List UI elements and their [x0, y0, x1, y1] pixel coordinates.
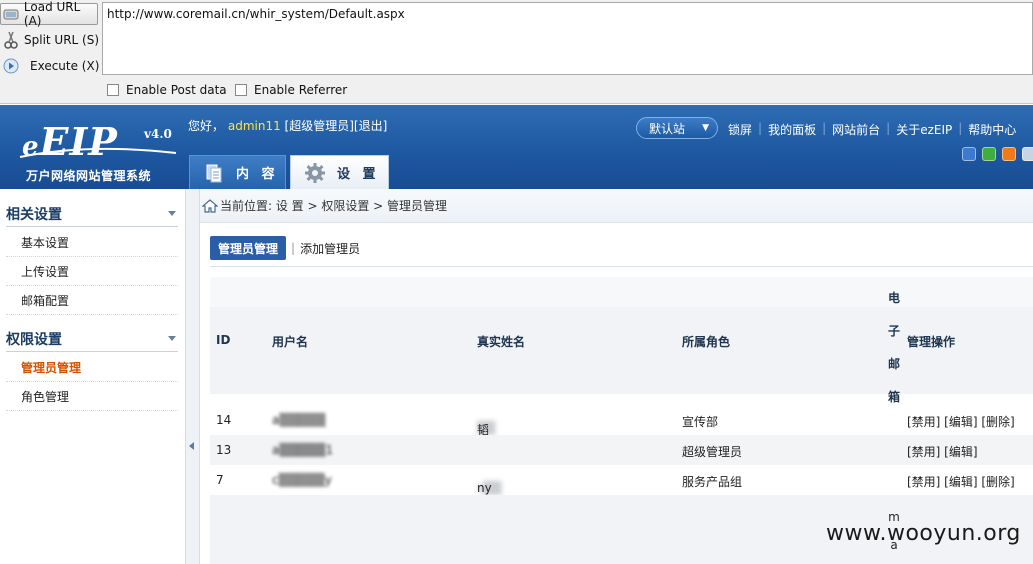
column-header-actions: 管理操作	[907, 335, 956, 349]
logo-text: EIP	[39, 119, 118, 164]
sidebar: 相关设置 基本设置 上传设置 邮箱配置 权限设置 管理员管理 角色管理	[0, 189, 186, 564]
tab-content[interactable]: 内 容	[189, 155, 286, 189]
email-header-char: 电	[887, 291, 900, 305]
role-link[interactable]: [超级管理员]	[285, 119, 354, 133]
table-row: 14 a▒▒▒▒▒ ▒▒ 韬 宣传部 [禁用] [编辑] [删除]	[210, 405, 1033, 437]
cell-actions[interactable]: [禁用] [编辑]	[907, 443, 978, 460]
theme-switcher	[962, 147, 1033, 161]
sidebar-item-basic-settings[interactable]: 基本设置	[6, 228, 178, 257]
logo-prefix: e	[22, 132, 40, 162]
current-username: admin11	[227, 119, 281, 133]
theme-green-swatch[interactable]	[982, 147, 996, 161]
enable-referrer-checkbox[interactable]: Enable Referrer	[235, 83, 347, 97]
nav-about[interactable]: 关于ezEIP	[890, 121, 958, 138]
cell-id: 7	[216, 473, 224, 487]
collapse-triangle-icon	[168, 211, 176, 216]
app-header: eEIP v4.0 万户网络网站管理系统 您好， admin11 [超级管理员]…	[0, 105, 1033, 189]
sidebar-group-title: 相关设置	[6, 206, 62, 223]
divider	[210, 266, 1033, 267]
sidebar-group-related-settings[interactable]: 相关设置	[6, 201, 178, 227]
nav-my-panel[interactable]: 我的面板	[762, 121, 822, 138]
watermark: www.wooyun.org	[826, 521, 1021, 546]
nav-site-front[interactable]: 网站前台	[826, 121, 886, 138]
subtab-separator: |	[291, 241, 296, 255]
column-header-email: 电 子 邮 箱	[886, 282, 902, 414]
email-header-char: 子	[887, 324, 900, 338]
column-header-realname: 真实姓名	[477, 335, 526, 349]
home-icon	[202, 199, 218, 213]
execute-button[interactable]: Execute (X)	[0, 55, 100, 77]
cell-role: 超级管理员	[682, 445, 743, 459]
table-header: ID 用户名 真实姓名 所属角色 电 子 邮 箱 管理操作	[210, 277, 1033, 404]
table-header-top-band	[210, 277, 1033, 307]
theme-grey-swatch[interactable]	[1022, 147, 1033, 161]
url-textarea[interactable]: http://www.coremail.cn/whir_system/Defau…	[102, 2, 1033, 75]
cell-actions[interactable]: [禁用] [编辑] [删除]	[907, 413, 1015, 430]
subtab-add-admin[interactable]: 添加管理员	[300, 240, 360, 257]
play-icon	[2, 57, 20, 75]
split-url-button[interactable]: Split URL (S)	[0, 29, 100, 51]
subtab-admin-management[interactable]: 管理员管理	[210, 236, 287, 260]
theme-blue-swatch[interactable]	[962, 147, 976, 161]
cell-actions[interactable]: [禁用] [编辑] [删除]	[907, 473, 1015, 490]
site-select-value: 默认站	[649, 121, 686, 136]
nav-help[interactable]: 帮助中心	[962, 121, 1022, 138]
site-select[interactable]: 默认站 ▼	[636, 117, 718, 139]
sidebar-group-title: 权限设置	[6, 331, 62, 348]
enable-post-label: Enable Post data	[126, 83, 227, 97]
load-url-label: Load URL (A)	[23, 0, 81, 28]
sidebar-item-upload-settings[interactable]: 上传设置	[6, 257, 178, 286]
cell-role: 宣传部	[682, 415, 719, 429]
logo-version: v4.0	[144, 127, 172, 141]
main-content: 当前位置: 设 置 > 权限设置 > 管理员管理 管理员管理 | 添加管理员 I…	[200, 189, 1033, 564]
nav-lock-screen[interactable]: 锁屏	[722, 121, 758, 138]
breadcrumb: 当前位置: 设 置 > 权限设置 > 管理员管理	[200, 189, 1033, 223]
table-row: 7 c▒▒▒▒▒y s▒▒ ny 服务产品组 [禁用] [编辑] [删除]	[210, 465, 1033, 495]
scissors-icon	[2, 31, 20, 49]
tab-settings-label: 设 置	[337, 167, 380, 182]
cell-username: a▒▒▒▒▒	[272, 413, 326, 427]
greeting: 您好，	[188, 119, 225, 133]
top-nav: 锁屏 | 我的面板 | 网站前台 | 关于ezEIP | 帮助中心	[722, 121, 1022, 138]
cell-username: c▒▒▒▒▒y	[272, 473, 332, 487]
logo: eEIP v4.0 万户网络网站管理系统	[18, 115, 183, 185]
load-url-button[interactable]: Load URL (A)	[0, 0, 98, 28]
hackbar-panel: Load URL (A) Split URL (S) Execute (X) h…	[0, 0, 1033, 104]
document-icon	[202, 161, 226, 185]
logout-link[interactable]: [退出]	[354, 119, 387, 133]
column-header-id: ID	[216, 333, 231, 347]
sidebar-item-mail-config[interactable]: 邮箱配置	[6, 286, 178, 315]
collapse-left-icon	[189, 442, 194, 450]
sidebar-item-role-management[interactable]: 角色管理	[6, 382, 178, 411]
checkbox-box[interactable]	[107, 84, 119, 96]
theme-orange-swatch[interactable]	[1002, 147, 1016, 161]
load-url-icon	[3, 5, 20, 23]
breadcrumb-text: 当前位置: 设 置 > 权限设置 > 管理员管理	[220, 199, 448, 213]
welcome-text: 您好， admin11 [超级管理员][退出]	[188, 117, 387, 134]
realname-visible: ny	[477, 481, 492, 495]
tab-settings[interactable]: 设 置	[290, 155, 389, 189]
sidebar-group-permissions[interactable]: 权限设置	[6, 326, 178, 352]
checkbox-box[interactable]	[235, 84, 247, 96]
cell-id: 14	[216, 413, 232, 427]
sidebar-item-admin-management[interactable]: 管理员管理	[6, 353, 178, 382]
cell-id: 13	[216, 443, 232, 457]
cell-username: a▒▒▒▒▒1	[272, 443, 334, 457]
column-header-username: 用户名	[272, 335, 309, 349]
email-header-char: 邮	[887, 357, 900, 371]
sub-tabs: 管理员管理 | 添加管理员	[210, 236, 360, 260]
collapse-triangle-icon	[168, 336, 176, 341]
chevron-down-icon: ▼	[702, 123, 709, 133]
sidebar-collapse-handle[interactable]	[186, 189, 200, 564]
execute-label: Execute (X)	[30, 59, 100, 73]
split-url-label: Split URL (S)	[24, 33, 100, 47]
gear-icon	[303, 161, 327, 185]
enable-post-checkbox[interactable]: Enable Post data	[107, 83, 227, 97]
cell-role: 服务产品组	[682, 475, 743, 489]
tab-content-label: 内 容	[236, 167, 279, 182]
column-header-role: 所属角色	[682, 335, 731, 349]
logo-subtitle: 万户网络网站管理系统	[26, 169, 152, 183]
table-row: 13 a▒▒▒▒▒1 超级管理员 [禁用] [编辑]	[210, 435, 1033, 465]
enable-referrer-label: Enable Referrer	[254, 83, 348, 97]
